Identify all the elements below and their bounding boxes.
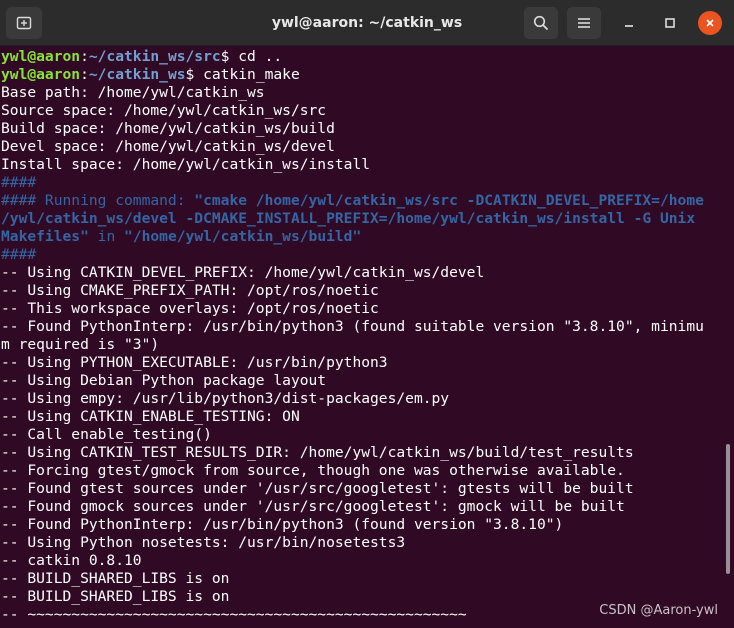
search-button[interactable] <box>524 7 558 39</box>
output-line: -- Using empy: /usr/lib/python3/dist-pac… <box>1 390 450 407</box>
prompt-separator: : <box>80 66 89 83</box>
new-tab-button[interactable] <box>6 7 42 39</box>
minimize-button[interactable] <box>617 11 641 35</box>
running-command-line: #### Running command: "cmake /home/ywl/c… <box>1 192 718 210</box>
window-title: ywl@aaron: ~/catkin_ws <box>271 15 463 31</box>
output-line: -- Found gtest sources under '/usr/src/g… <box>1 480 634 497</box>
prompt-command: $ cd .. <box>220 48 283 65</box>
hash-separator: #### <box>1 174 37 191</box>
output-line: Base path: /home/ywl/catkin_ws <box>1 84 265 101</box>
output-line: Build space: /home/ywl/catkin_ws/build <box>1 120 335 137</box>
output-line: -- Call enable_testing() <box>1 426 212 443</box>
prompt-line: ywl@aaron:~/catkin_ws/src$ cd .. <box>1 48 718 66</box>
output-line: -- catkin 0.8.10 <box>1 552 142 569</box>
prompt-line: ywl@aaron:~/catkin_ws$ catkin_make <box>1 66 718 84</box>
output-line: -- Using PYTHON_EXECUTABLE: /usr/bin/pyt… <box>1 354 388 371</box>
output-line: -- Found PythonInterp: /usr/bin/python3 … <box>1 516 564 533</box>
prompt-command: $ catkin_make <box>185 66 300 83</box>
running-build-dir: "/home/ywl/catkin_ws/build" <box>124 228 362 245</box>
prompt-user: ywl@aaron <box>1 48 81 65</box>
output-line: -- Found gmock sources under '/usr/src/g… <box>1 498 625 515</box>
running-command-cont: /ywl/catkin_ws/devel -DCMAKE_INSTALL_PRE… <box>1 210 696 227</box>
output-line: -- Using Python nosetests: /usr/bin/nose… <box>1 534 406 551</box>
output-line: Install space: /home/ywl/catkin_ws/insta… <box>1 156 371 173</box>
menu-button[interactable] <box>567 7 601 39</box>
output-line: -- BUILD_SHARED_LIBS is on <box>1 570 230 587</box>
close-icon <box>704 14 716 33</box>
output-line: -- Using CATKIN_ENABLE_TESTING: ON <box>1 408 300 425</box>
minimize-icon <box>623 14 635 33</box>
prompt-user: ywl@aaron <box>1 66 81 83</box>
running-command-cont: Makefiles" in "/home/ywl/catkin_ws/build… <box>1 228 718 246</box>
watermark: CSDN @Aaron-ywl <box>599 603 718 618</box>
hamburger-menu-icon <box>577 16 591 30</box>
running-command: "cmake /home/ywl/catkin_ws/src -DCATKIN_… <box>194 192 704 209</box>
output-line: Devel space: /home/ywl/catkin_ws/devel <box>1 138 335 155</box>
scrollbar-thumb[interactable] <box>726 444 730 574</box>
running-prefix: #### Running command: <box>1 192 195 209</box>
terminal-window: ywl@aaron: ~/catkin_ws ywl@aaron:~/catki… <box>0 0 734 628</box>
maximize-icon <box>664 14 676 33</box>
output-line: -- Forcing gtest/gmock from source, thou… <box>1 462 625 479</box>
output-line: -- Found PythonInterp: /usr/bin/python3 … <box>1 318 704 335</box>
prompt-separator: : <box>80 48 89 65</box>
output-line: -- Using CATKIN_DEVEL_PREFIX: /home/ywl/… <box>1 264 485 281</box>
maximize-button[interactable] <box>658 11 682 35</box>
running-command-tail: Makefiles" <box>1 228 89 245</box>
output-line: m required is "3") <box>1 336 160 353</box>
output-line: -- Using CMAKE_PREFIX_PATH: /opt/ros/noe… <box>1 282 379 299</box>
output-line: -- This workspace overlays: /opt/ros/noe… <box>1 300 379 317</box>
title-bar: ywl@aaron: ~/catkin_ws <box>0 0 734 46</box>
output-line: -- Using CATKIN_TEST_RESULTS_DIR: /home/… <box>1 444 634 461</box>
close-button[interactable] <box>698 11 722 35</box>
new-tab-icon <box>16 15 32 31</box>
prompt-path: ~/catkin_ws/src <box>88 48 221 65</box>
output-line: -- Using Debian Python package layout <box>1 372 327 389</box>
prompt-path: ~/catkin_ws <box>88 66 186 83</box>
running-in: in <box>88 228 125 245</box>
hash-separator: #### <box>1 246 37 263</box>
output-line: Source space: /home/ywl/catkin_ws/src <box>1 102 327 119</box>
search-icon <box>533 15 549 31</box>
terminal-output[interactable]: ywl@aaron:~/catkin_ws/src$ cd .. ywl@aar… <box>1 48 718 628</box>
